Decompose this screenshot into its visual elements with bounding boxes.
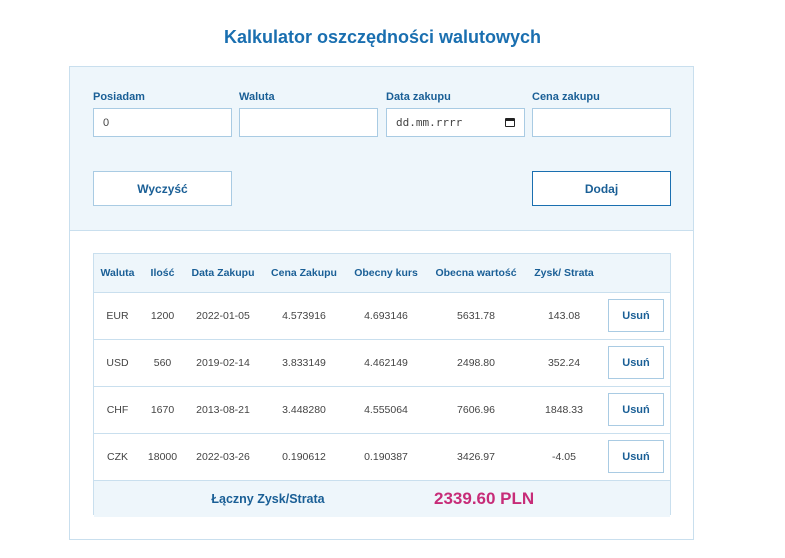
clear-button[interactable]: Wyczyść: [93, 171, 232, 206]
cell-date: 2022-03-26: [184, 433, 262, 481]
form-area: Posiadam 0 Waluta Data zakupu dd.mm.rrrr…: [70, 67, 693, 231]
header-current-value: Obecna wartość: [426, 254, 526, 293]
currency-field: Waluta: [239, 91, 378, 137]
cell-buy-price: 3.833149: [262, 339, 346, 387]
cell-amount: 560: [141, 339, 184, 387]
date-field: Data zakupu dd.mm.rrrr: [386, 91, 525, 137]
cell-actions: Usuń: [602, 433, 670, 481]
cell-actions: Usuń: [602, 292, 670, 340]
cell-date: 2013-08-21: [184, 386, 262, 434]
cell-buy-price: 0.190612: [262, 433, 346, 481]
header-current-rate: Obecny kurs: [346, 254, 426, 293]
cell-current-rate: 4.555064: [346, 386, 426, 434]
cell-actions: Usuń: [602, 339, 670, 387]
currency-input[interactable]: [239, 108, 378, 137]
cell-currency: USD: [94, 339, 141, 387]
add-button[interactable]: Dodaj: [532, 171, 671, 206]
table-row: EUR 1200 2022-01-05 4.573916 4.693146 56…: [94, 292, 670, 340]
table-row: USD 560 2019-02-14 3.833149 4.462149 249…: [94, 339, 670, 387]
price-label: Cena zakupu: [532, 91, 600, 103]
cell-buy-price: 3.448280: [262, 386, 346, 434]
cell-currency: CHF: [94, 386, 141, 434]
cell-current-value: 3426.97: [426, 433, 526, 481]
cell-current-rate: 0.190387: [346, 433, 426, 481]
header-amount: Ilość: [141, 254, 184, 293]
header-currency: Waluta: [94, 254, 141, 293]
table-header-row: Waluta Ilość Data Zakupu Cena Zakupu Obe…: [94, 254, 670, 293]
delete-button[interactable]: Usuń: [608, 440, 664, 473]
delete-button[interactable]: Usuń: [608, 393, 664, 426]
header-profit: Zysk/ Strata: [526, 254, 602, 293]
table-row: CHF 1670 2013-08-21 3.448280 4.555064 76…: [94, 386, 670, 434]
cell-actions: Usuń: [602, 386, 670, 434]
delete-button[interactable]: Usuń: [608, 299, 664, 332]
total-row: Łączny Zysk/Strata 2339.60 PLN: [94, 480, 670, 517]
have-field: Posiadam 0: [93, 91, 232, 137]
cell-currency: CZK: [94, 433, 141, 481]
cell-profit: 352.24: [526, 339, 602, 387]
cell-current-value: 7606.96: [426, 386, 526, 434]
cell-current-rate: 4.462149: [346, 339, 426, 387]
cell-amount: 1670: [141, 386, 184, 434]
price-field: Cena zakupu: [532, 91, 671, 137]
header-actions: [602, 254, 670, 293]
cell-date: 2022-01-05: [184, 292, 262, 340]
cell-buy-price: 4.573916: [262, 292, 346, 340]
header-buy-price: Cena Zakupu: [262, 254, 346, 293]
header-date: Data Zakupu: [184, 254, 262, 293]
table-row: CZK 18000 2022-03-26 0.190612 0.190387 3…: [94, 433, 670, 481]
have-input[interactable]: 0: [93, 108, 232, 137]
cell-profit: -4.05: [526, 433, 602, 481]
cell-amount: 18000: [141, 433, 184, 481]
calculator-panel: Posiadam 0 Waluta Data zakupu dd.mm.rrrr…: [69, 66, 694, 540]
cell-date: 2019-02-14: [184, 339, 262, 387]
cell-amount: 1200: [141, 292, 184, 340]
date-placeholder: dd.mm.rrrr: [396, 116, 463, 129]
cell-currency: EUR: [94, 292, 141, 340]
calendar-icon[interactable]: [505, 118, 515, 127]
have-label: Posiadam: [93, 91, 145, 103]
cell-current-value: 2498.80: [426, 339, 526, 387]
cell-current-value: 5631.78: [426, 292, 526, 340]
savings-table: Waluta Ilość Data Zakupu Cena Zakupu Obe…: [93, 253, 671, 517]
cell-current-rate: 4.693146: [346, 292, 426, 340]
cell-profit: 143.08: [526, 292, 602, 340]
price-input[interactable]: [532, 108, 671, 137]
total-value: 2339.60 PLN: [434, 488, 535, 508]
delete-button[interactable]: Usuń: [608, 346, 664, 379]
page-title: Kalkulator oszczędności walutowych: [223, 27, 542, 47]
cell-profit: 1848.33: [526, 386, 602, 434]
currency-label: Waluta: [239, 91, 275, 103]
date-input[interactable]: dd.mm.rrrr: [386, 108, 525, 137]
total-label: Łączny Zysk/Strata: [211, 491, 325, 506]
date-label: Data zakupu: [386, 91, 451, 103]
